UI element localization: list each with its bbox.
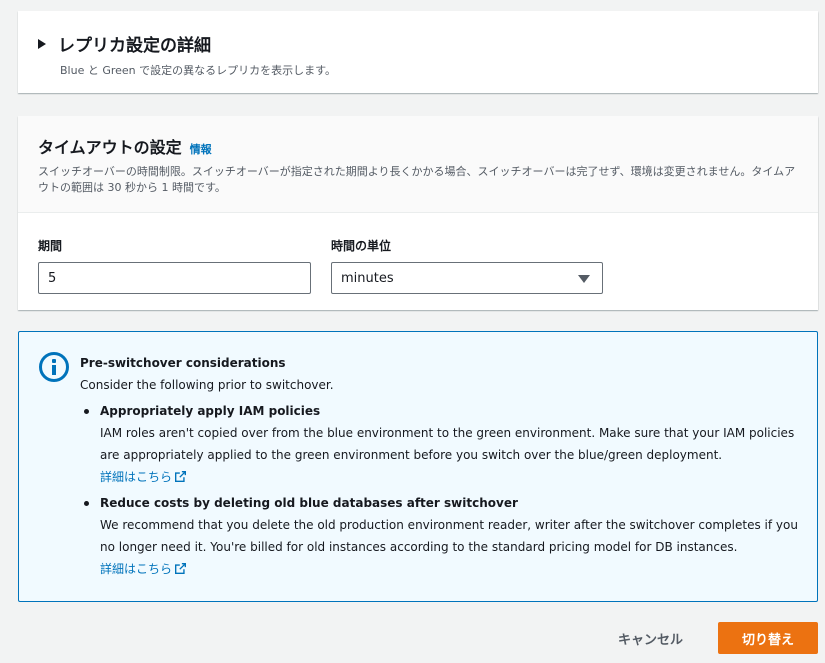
duration-input[interactable]: [38, 262, 311, 294]
info-icon: [39, 352, 69, 382]
pre-switchover-alert: Pre-switchover considerations Consider t…: [18, 331, 818, 602]
replica-settings-toggle[interactable]: レプリカ設定の詳細: [38, 31, 798, 56]
cancel-button[interactable]: キャンセル: [606, 623, 695, 653]
learn-more-link[interactable]: 詳細はこちら: [100, 470, 187, 484]
caret-down-icon: [578, 275, 590, 283]
timeout-title: タイムアウトの設定: [38, 138, 182, 157]
item-text: IAM roles aren't copied over from the bl…: [100, 426, 795, 462]
timeout-header: タイムアウトの設定 情報 スイッチオーバーの時間制限。スイッチオーバーが指定され…: [18, 116, 818, 213]
list-item: Appropriately apply IAM policies IAM rol…: [80, 400, 801, 488]
item-text: We recommend that you delete the old pro…: [100, 518, 798, 554]
replica-settings-title: レプリカ設定の詳細: [58, 36, 211, 56]
external-link-icon: [175, 471, 187, 482]
learn-more-link[interactable]: 詳細はこちら: [100, 562, 187, 576]
list-item: Reduce costs by deleting old blue databa…: [80, 492, 801, 580]
timeout-fields: 期間 時間の単位 minutes: [18, 213, 818, 309]
time-unit-value: minutes: [341, 270, 394, 286]
time-unit-select[interactable]: minutes: [331, 262, 603, 294]
replica-settings-description: Blue と Green で設定の異なるレプリカを表示します。: [60, 64, 337, 77]
switchover-button[interactable]: 切り替え: [718, 622, 818, 654]
timeout-settings-panel: タイムアウトの設定 情報 スイッチオーバーの時間制限。スイッチオーバーが指定され…: [18, 116, 818, 310]
caret-right-icon: [38, 39, 46, 49]
replica-settings-panel: レプリカ設定の詳細 Blue と Green で設定の異なるレプリカを表示します…: [18, 11, 818, 93]
alert-list: Appropriately apply IAM policies IAM rol…: [80, 400, 801, 580]
duration-field: 期間: [38, 237, 311, 294]
switchover-page: レプリカ設定の詳細 Blue と Green で設定の異なるレプリカを表示します…: [0, 0, 825, 663]
external-link-icon: [175, 563, 187, 574]
alert-body: Pre-switchover considerations Consider t…: [80, 352, 801, 584]
duration-label: 期間: [38, 239, 63, 253]
item-title: Appropriately apply IAM policies: [100, 404, 321, 418]
item-title: Reduce costs by deleting old blue databa…: [100, 496, 518, 510]
alert-intro: Consider the following prior to switchov…: [80, 378, 334, 392]
time-unit-field: 時間の単位 minutes: [331, 237, 603, 294]
timeout-info-link[interactable]: 情報: [190, 141, 212, 157]
timeout-description: スイッチオーバーの時間制限。スイッチオーバーが指定された期間より長くかかる場合、…: [38, 165, 796, 194]
time-unit-label: 時間の単位: [331, 239, 392, 253]
alert-title: Pre-switchover considerations: [80, 356, 286, 370]
